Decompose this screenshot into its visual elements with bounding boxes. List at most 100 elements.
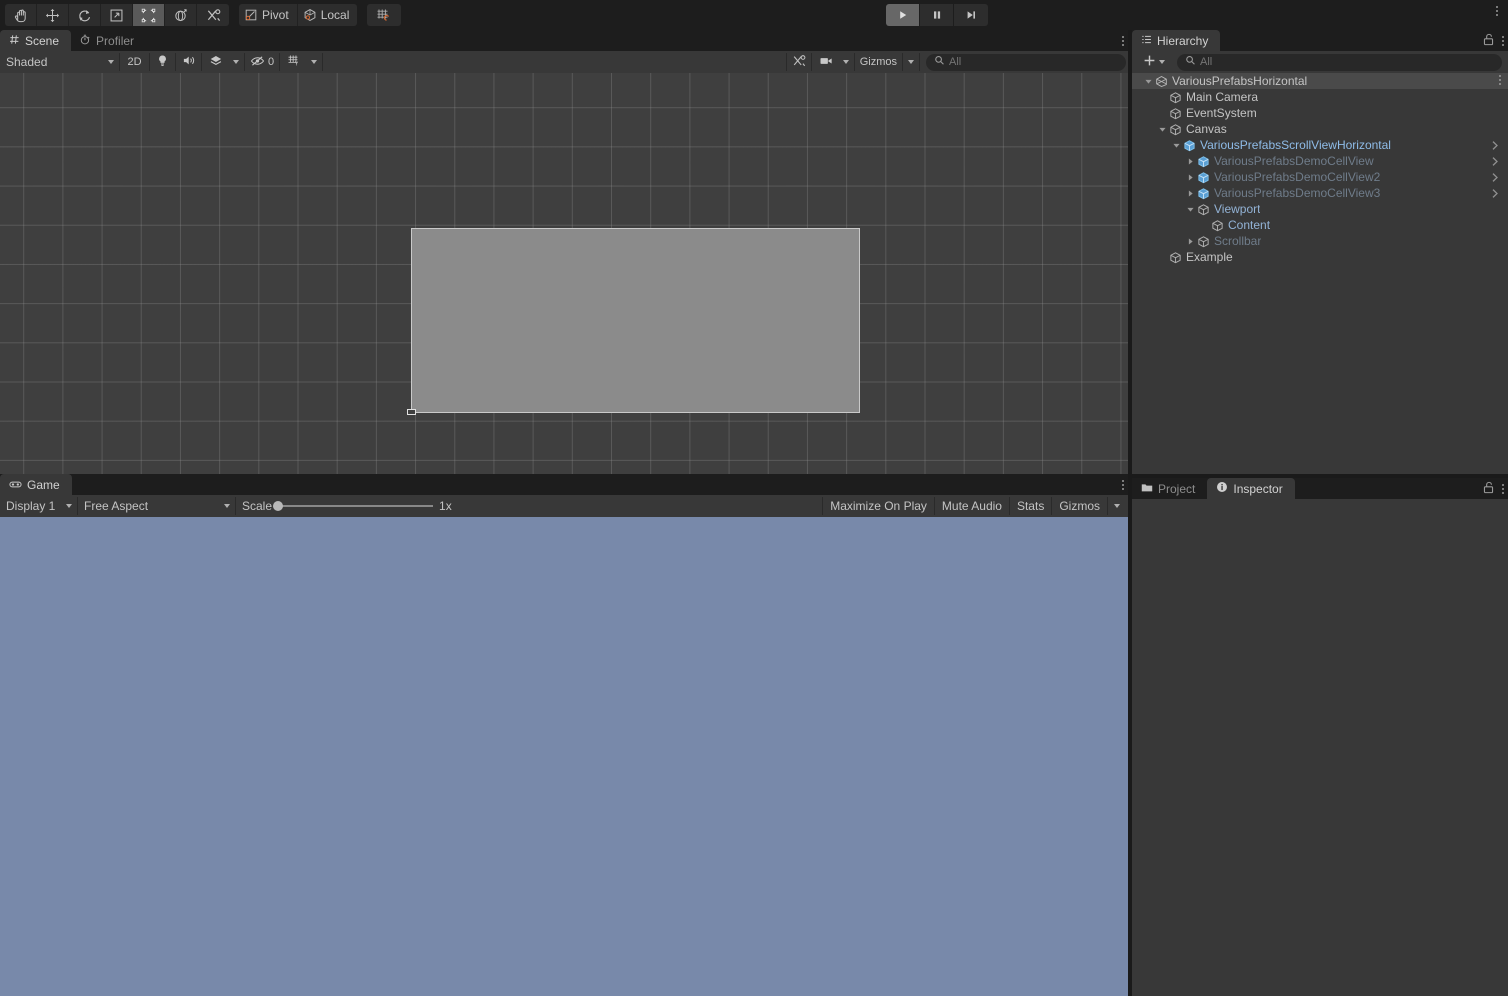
- scene-fx-button[interactable]: [202, 53, 228, 71]
- tab-hierarchy-label: Hierarchy: [1157, 33, 1209, 48]
- scene-search-input[interactable]: [949, 56, 1118, 68]
- tab-profiler[interactable]: Profiler: [71, 30, 146, 51]
- tab-game-label: Game: [27, 477, 60, 492]
- add-gameobject-button[interactable]: [1138, 53, 1169, 71]
- chevron-down-icon[interactable]: [1156, 125, 1168, 134]
- hierarchy-item-variousprefabsdemocellview[interactable]: VariousPrefabsDemoCellView: [1132, 153, 1508, 169]
- scene-grid-dropdown[interactable]: [306, 53, 324, 71]
- tab-inspector[interactable]: Inspector: [1207, 478, 1295, 499]
- scene-panel-menu-kebab[interactable]: [1122, 35, 1124, 46]
- scene-search-box[interactable]: [926, 53, 1126, 71]
- chevron-down-icon[interactable]: [1142, 77, 1154, 86]
- transform-tool-button[interactable]: [165, 4, 197, 26]
- pause-button[interactable]: [920, 4, 954, 26]
- scale-label: Scale: [242, 499, 273, 513]
- hierarchy-item-variousprefabsdemocellview3[interactable]: VariousPrefabsDemoCellView3: [1132, 185, 1508, 201]
- tab-game[interactable]: Game: [0, 474, 72, 495]
- rotate-tool-button[interactable]: [69, 4, 101, 26]
- speaker-icon: [182, 54, 196, 70]
- local-toggle-button[interactable]: Local: [297, 4, 358, 26]
- scene-grid-button[interactable]: Y: [280, 53, 307, 71]
- open-prefab-chevron-icon[interactable]: [1490, 156, 1500, 170]
- display-dropdown[interactable]: Display 1: [0, 497, 78, 515]
- hash-icon: [9, 34, 20, 48]
- hierarchy-item-main-camera[interactable]: Main Camera: [1132, 89, 1508, 105]
- chevron-right-icon[interactable]: [1184, 157, 1196, 166]
- hierarchy-row-kebab[interactable]: [1499, 75, 1501, 85]
- inspector-menu-kebab[interactable]: [1502, 483, 1504, 494]
- pivot-toggle-button[interactable]: Pivot: [239, 4, 298, 26]
- scene-viewport[interactable]: [0, 73, 1128, 474]
- grid-snapping-button[interactable]: [367, 4, 402, 26]
- scale-slider-knob[interactable]: [273, 501, 284, 511]
- hierarchy-tree[interactable]: VariousPrefabsHorizontal Main Camera Event…: [1132, 73, 1508, 474]
- hierarchy-item-example[interactable]: Example: [1132, 249, 1508, 265]
- play-button[interactable]: [886, 4, 920, 26]
- info-icon: [1216, 481, 1228, 496]
- hierarchy-item-variousprefabshorizontal[interactable]: VariousPrefabsHorizontal: [1132, 73, 1508, 89]
- stats-button[interactable]: Stats: [1010, 497, 1053, 515]
- hierarchy-search-input[interactable]: [1200, 56, 1494, 68]
- scale-slider-group[interactable]: Scale 1x: [236, 497, 458, 515]
- maximize-on-play-button[interactable]: Maximize On Play: [822, 497, 935, 515]
- scene-gizmos-dropdown[interactable]: [902, 53, 920, 71]
- chevron-down-icon[interactable]: [1184, 205, 1196, 214]
- scene-camera-dropdown[interactable]: [837, 53, 855, 71]
- rect-tool-button[interactable]: [133, 4, 165, 26]
- aspect-dropdown[interactable]: Free Aspect: [78, 497, 236, 515]
- scale-tool-button[interactable]: [101, 4, 133, 26]
- game-tabrow-right: [1122, 474, 1124, 495]
- hierarchy-item-canvas[interactable]: Canvas: [1132, 121, 1508, 137]
- open-prefab-chevron-icon[interactable]: [1490, 140, 1500, 154]
- custom-tool-button[interactable]: [197, 4, 229, 26]
- scene-camera-button[interactable]: [811, 53, 838, 71]
- step-button[interactable]: [954, 4, 988, 26]
- hierarchy-search-box[interactable]: [1177, 53, 1502, 71]
- cube-icon: [1168, 91, 1183, 104]
- scene-fx-dropdown[interactable]: [228, 53, 245, 71]
- chevron-right-icon[interactable]: [1184, 237, 1196, 246]
- hierarchy-item-content[interactable]: Content: [1132, 217, 1508, 233]
- game-gizmos-button[interactable]: Gizmos: [1052, 497, 1107, 515]
- toggle-2d-button[interactable]: 2D: [120, 53, 150, 71]
- game-gizmos-dropdown[interactable]: [1107, 497, 1126, 515]
- mute-audio-button[interactable]: Mute Audio: [935, 497, 1010, 515]
- rect-transform-handle[interactable]: [407, 409, 416, 415]
- game-tabrow: Game: [0, 474, 1128, 495]
- hierarchy-item-variousprefabsdemocellview2[interactable]: VariousPrefabsDemoCellView2: [1132, 169, 1508, 185]
- game-viewport[interactable]: [0, 517, 1128, 996]
- chevron-down-icon[interactable]: [1170, 141, 1182, 150]
- tab-scene[interactable]: Scene: [0, 30, 72, 51]
- tab-profiler-label: Profiler: [96, 33, 135, 48]
- hierarchy-item-variousprefabsscrollviewhorizontal[interactable]: VariousPrefabsScrollViewHorizontal: [1132, 137, 1508, 153]
- search-icon: [934, 55, 945, 69]
- scene-audio-button[interactable]: [176, 53, 202, 71]
- hierarchy-item-label: Main Camera: [1186, 90, 1259, 104]
- toolbar-overflow-kebab[interactable]: [1496, 6, 1498, 16]
- scene-component-tools-button[interactable]: [785, 53, 812, 71]
- chevron-right-icon[interactable]: [1184, 173, 1196, 182]
- prefab-icon: [1196, 171, 1211, 184]
- open-prefab-chevron-icon[interactable]: [1490, 172, 1500, 186]
- hierarchy-menu-kebab[interactable]: [1502, 35, 1504, 46]
- canvas-rect-selection[interactable]: [411, 228, 860, 413]
- scene-hidden-objects-button[interactable]: 0: [245, 53, 281, 71]
- move-tool-button[interactable]: [37, 4, 69, 26]
- hierarchy-item-eventsystem[interactable]: EventSystem: [1132, 105, 1508, 121]
- hierarchy-item-viewport[interactable]: Viewport: [1132, 201, 1508, 217]
- chevron-right-icon[interactable]: [1184, 189, 1196, 198]
- scale-value: 1x: [439, 499, 452, 513]
- hierarchy-item-scrollbar[interactable]: Scrollbar: [1132, 233, 1508, 249]
- hand-tool-button[interactable]: [5, 4, 37, 26]
- effects-icon: [209, 54, 223, 70]
- open-prefab-chevron-icon[interactable]: [1490, 188, 1500, 202]
- scene-gizmos-button[interactable]: Gizmos: [854, 53, 902, 71]
- scale-slider-track[interactable]: [273, 501, 434, 511]
- tab-project[interactable]: Project: [1132, 478, 1207, 499]
- game-panel-menu-kebab[interactable]: [1122, 479, 1124, 490]
- shading-mode-dropdown[interactable]: Shaded: [0, 53, 120, 71]
- lock-icon[interactable]: [1483, 33, 1494, 49]
- tab-hierarchy[interactable]: Hierarchy: [1132, 30, 1221, 51]
- scene-lighting-button[interactable]: [150, 53, 176, 71]
- lock-icon[interactable]: [1483, 481, 1494, 497]
